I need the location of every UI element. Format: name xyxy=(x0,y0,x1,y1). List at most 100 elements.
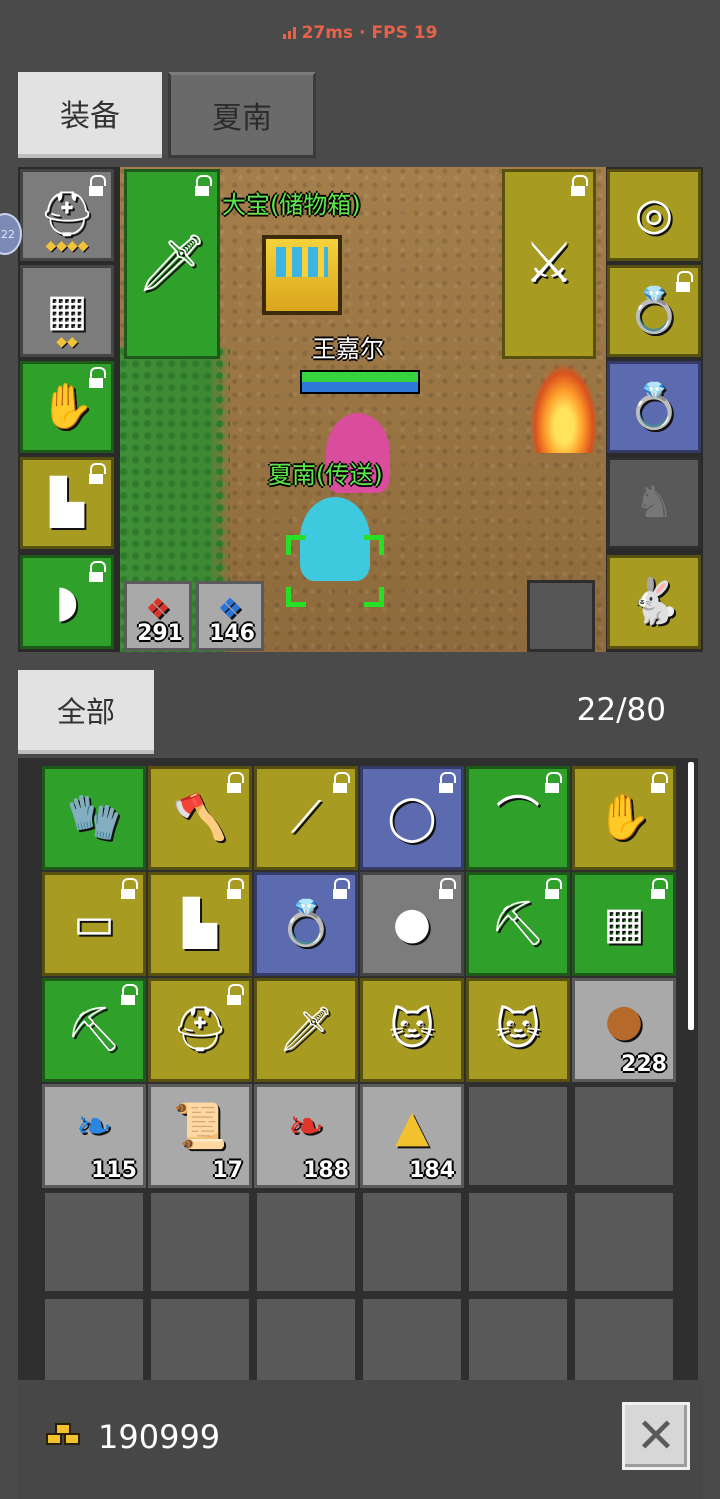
inventory-slot-empty[interactable] xyxy=(254,1190,358,1294)
equip-slot-accessory[interactable]: ♞ xyxy=(607,457,701,549)
inventory-slot[interactable]: 🗡 xyxy=(254,978,358,1082)
lock-icon xyxy=(439,772,456,793)
leather-glove-icon: ✋ xyxy=(596,792,652,843)
selection-corner xyxy=(364,535,384,555)
inventory-slot[interactable]: ◯ xyxy=(360,766,464,870)
inventory-slot[interactable]: ⛑ xyxy=(148,978,252,1082)
auto-action-button[interactable] xyxy=(527,580,595,652)
mp-fill xyxy=(302,382,418,392)
purple-sword-icon: 🗡 xyxy=(136,231,208,296)
quick-slot-red-potion[interactable]: ❖ 291 xyxy=(124,581,192,651)
inventory-slot[interactable]: 📜 17 xyxy=(148,1084,252,1188)
lock-icon xyxy=(333,772,350,793)
inventory-filter-all[interactable]: 全部 xyxy=(18,670,154,754)
inventory-slot-empty[interactable] xyxy=(572,1296,676,1380)
inventory-slot-empty[interactable] xyxy=(254,1296,358,1380)
inventory-slot[interactable]: ⌒ xyxy=(466,766,570,870)
inventory-slot[interactable]: ❧ 115 xyxy=(42,1084,146,1188)
lock-icon xyxy=(89,561,106,582)
inventory-slot-empty[interactable] xyxy=(572,1084,676,1188)
inventory-slot-empty[interactable] xyxy=(148,1190,252,1294)
chest-armor-icon: ▦ xyxy=(603,898,645,949)
item-quantity: 115 xyxy=(91,1158,137,1183)
leather-boots-icon: ▙ xyxy=(183,898,217,949)
network-status: 27ms · FPS 19 xyxy=(0,0,720,66)
lock-icon xyxy=(439,878,456,899)
storage-chest[interactable] xyxy=(262,235,342,315)
lock-icon xyxy=(89,175,106,196)
blue-potion-icon: ❖ xyxy=(217,592,243,625)
equip-slot-cap[interactable]: ◗ xyxy=(20,555,114,649)
stone-amulet-icon: ● xyxy=(392,898,432,949)
inventory-slot-empty[interactable] xyxy=(572,1190,676,1294)
inventory-slot[interactable]: 💍 xyxy=(254,872,358,976)
close-button[interactable]: ✕ xyxy=(622,1402,690,1470)
pet-character[interactable] xyxy=(300,497,370,581)
inventory-slot[interactable]: ● xyxy=(360,872,464,976)
inventory-slot[interactable]: ✋ xyxy=(572,766,676,870)
lock-icon xyxy=(195,175,212,196)
lock-icon xyxy=(676,271,693,292)
meat-icon: ● xyxy=(604,995,644,1046)
lock-icon xyxy=(545,772,562,793)
campfire xyxy=(530,363,598,453)
inventory-slot[interactable]: ⛏ xyxy=(466,872,570,976)
equip-slot-ring-1[interactable]: 💍 xyxy=(607,265,701,357)
tab-equipment[interactable]: 装备 xyxy=(18,72,162,158)
equip-slot-helmet[interactable]: ⛑ ◆◆◆◆ xyxy=(20,169,114,261)
inventory-slot-empty[interactable] xyxy=(148,1296,252,1380)
equip-slot-gloves[interactable]: ✋ xyxy=(20,361,114,453)
iron-sword-icon: ⚔ xyxy=(523,231,575,296)
dagger-icon: 🗡 xyxy=(278,1004,334,1055)
equip-slot-pet[interactable]: 🐇 xyxy=(607,555,701,649)
inventory-slot-empty[interactable] xyxy=(42,1190,146,1294)
inventory-slot[interactable]: 🧤 xyxy=(42,766,146,870)
cat-pet-icon: 🐱 xyxy=(389,1004,435,1055)
fps-text: FPS 19 xyxy=(371,23,438,43)
inventory-slot-empty[interactable] xyxy=(360,1190,464,1294)
inventory-slot[interactable]: ❧ 188 xyxy=(254,1084,358,1188)
inventory-slot[interactable]: ▭ xyxy=(42,872,146,976)
equip-slot-ring-2[interactable]: 💍 xyxy=(607,361,701,453)
item-quantity: 228 xyxy=(621,1052,667,1077)
inventory-slot[interactable]: 🪓 xyxy=(148,766,252,870)
lock-icon xyxy=(121,984,138,1005)
inventory-slot-empty[interactable] xyxy=(360,1296,464,1380)
cap-icon: ◗ xyxy=(55,576,79,627)
red-feather-icon: ❧ xyxy=(287,1101,325,1152)
equip-slot-necklace[interactable]: ◎ xyxy=(607,169,701,261)
inventory-count: 22/80 xyxy=(576,692,666,728)
gold-amount: 190999 xyxy=(98,1418,221,1456)
inventory-slot-empty[interactable] xyxy=(466,1190,570,1294)
lock-icon xyxy=(571,175,588,196)
inventory-slot[interactable]: ⟋ xyxy=(254,766,358,870)
tab-pet-xianan[interactable]: 夏南 xyxy=(168,72,316,158)
belt-icon: ▭ xyxy=(73,898,115,949)
inventory-slot[interactable]: 🐱 xyxy=(360,978,464,1082)
inventory-slot[interactable]: ⛏ xyxy=(42,978,146,1082)
inventory-slot-empty[interactable] xyxy=(466,1084,570,1188)
equip-slot-boots[interactable]: ▙ xyxy=(20,457,114,549)
signal-icon xyxy=(282,27,296,39)
inventory-slot[interactable]: ▙ xyxy=(148,872,252,976)
inventory-slot[interactable]: ▦ xyxy=(572,872,676,976)
lock-icon xyxy=(651,772,668,793)
storage-chest-label: 大宝(储物箱) xyxy=(222,191,361,219)
inventory-slot-empty[interactable] xyxy=(42,1296,146,1380)
equip-slot-main-weapon[interactable]: 🗡 xyxy=(124,169,220,359)
inventory-slot[interactable]: ● 228 xyxy=(572,978,676,1082)
inventory-scrollbar[interactable] xyxy=(688,762,694,1030)
enhance-stars: ◆◆ xyxy=(56,334,78,350)
spear-icon: ⟋ xyxy=(290,792,322,843)
equip-slot-armor[interactable]: ▦ ◆◆ xyxy=(20,265,114,357)
red-potion-icon: ❖ xyxy=(145,592,171,625)
inventory-slot[interactable]: 🐱 xyxy=(466,978,570,1082)
lock-icon xyxy=(227,878,244,899)
equip-slot-off-weapon[interactable]: ⚔ xyxy=(502,169,596,359)
inventory-slot-empty[interactable] xyxy=(466,1296,570,1380)
blue-gauntlet-icon: 🧤 xyxy=(66,792,122,843)
inventory-slot[interactable]: ▲ 184 xyxy=(360,1084,464,1188)
quick-slot-blue-potion[interactable]: ❖ 146 xyxy=(196,581,264,651)
gold-ring-icon: ◯ xyxy=(387,792,437,843)
helmet-icon: ⛑ xyxy=(172,1004,228,1055)
